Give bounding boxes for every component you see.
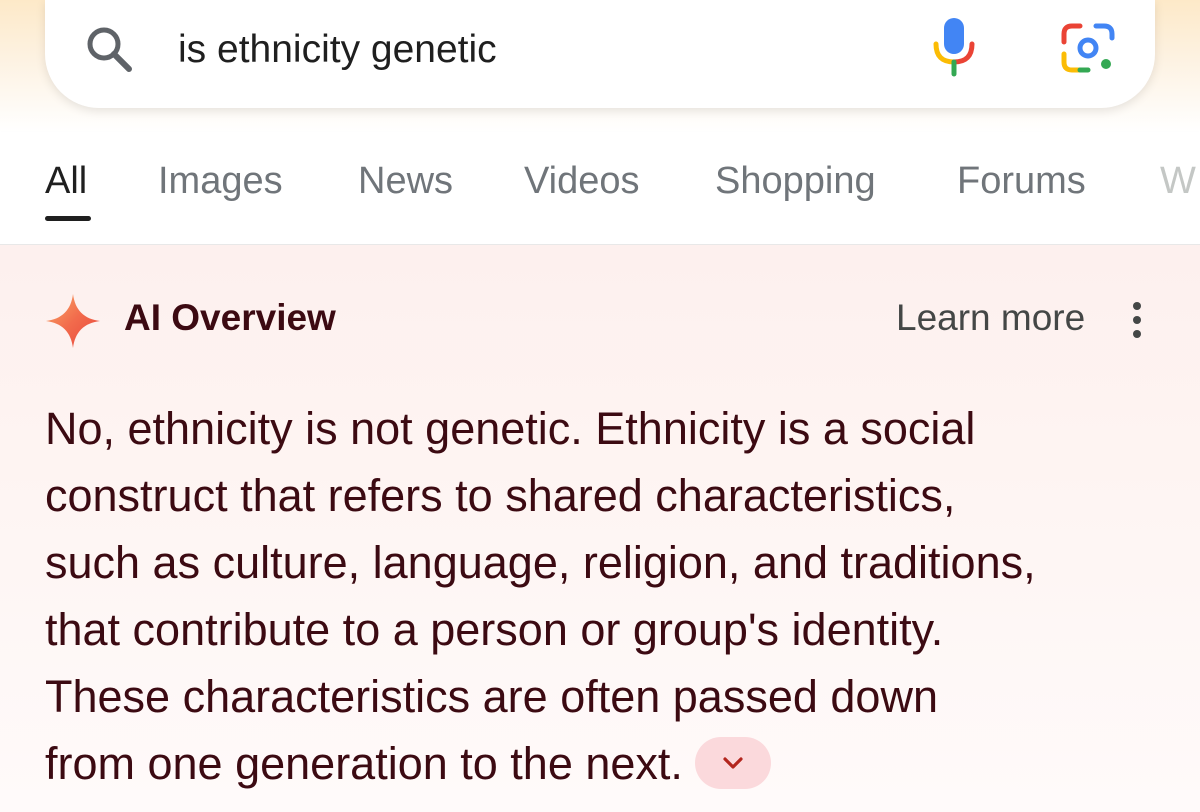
answer-line-text: from one generation to the next. (45, 738, 683, 789)
active-tab-indicator (45, 216, 91, 221)
ai-overview: AI Overview Learn more No, ethnicity is … (0, 245, 1200, 812)
search-input[interactable]: is ethnicity genetic (178, 26, 497, 74)
answer-line: that contribute to a person or group's i… (45, 604, 944, 655)
search-icon[interactable] (84, 24, 136, 76)
search-header: is ethnicity genetic (0, 0, 1200, 132)
expand-answer-button[interactable] (694, 737, 771, 790)
answer-line: No, ethnicity is not genetic. Ethnicity … (45, 403, 976, 454)
search-bar[interactable]: is ethnicity genetic (45, 0, 1155, 108)
tab-web-partial[interactable]: W (1160, 158, 1196, 204)
chevron-down-icon (723, 757, 743, 769)
ai-overview-title: AI Overview (124, 297, 336, 338)
answer-line-last: from one generation to the next. (45, 730, 1185, 797)
ai-overview-answer: No, ethnicity is not genetic. Ethnicity … (45, 395, 1185, 797)
mic-icon[interactable] (930, 14, 978, 78)
tab-shopping[interactable]: Shopping (715, 158, 876, 204)
answer-line: such as culture, language, religion, and… (45, 537, 1036, 588)
answer-line: construct that refers to shared characte… (45, 470, 956, 521)
search-tabs: All Images News Videos Shopping Forums W (0, 132, 1200, 245)
sparkle-icon (44, 292, 102, 350)
learn-more-link[interactable]: Learn more (896, 295, 1085, 341)
answer-line: These characteristics are often passed d… (45, 671, 938, 722)
more-vert-icon[interactable] (1124, 299, 1150, 341)
tab-all[interactable]: All (45, 158, 87, 204)
google-lens-icon[interactable] (1058, 22, 1118, 74)
tab-images[interactable]: Images (158, 158, 283, 204)
tab-news[interactable]: News (358, 158, 453, 204)
tab-forums[interactable]: Forums (957, 158, 1086, 204)
tab-videos[interactable]: Videos (524, 158, 640, 204)
